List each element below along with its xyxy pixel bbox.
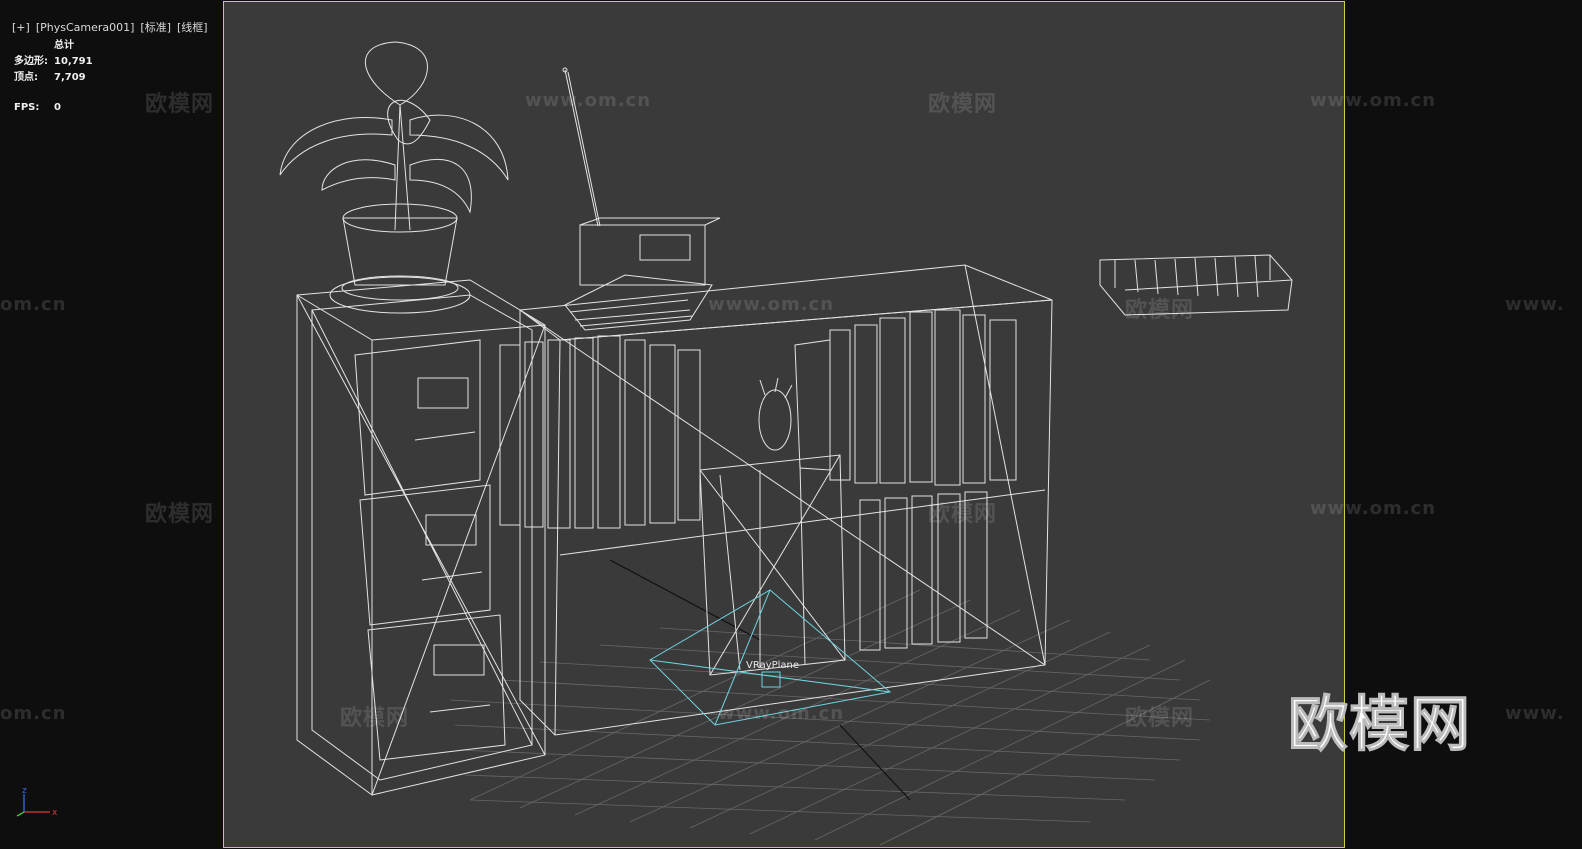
watermark-cn: 欧模网 — [1125, 298, 1195, 323]
watermark-url: www.om.cn — [1310, 90, 1437, 111]
axis-z-label: z — [22, 786, 27, 796]
brand-logo: 欧模网 — [1288, 690, 1471, 761]
vray-plane-label: VRayPlane — [746, 660, 800, 671]
potted-plant — [279, 41, 509, 314]
watermark-cn: 欧模网 — [145, 502, 215, 527]
pencil-cup — [758, 377, 793, 451]
watermark-url: www.om.cn — [718, 703, 845, 724]
watermark-cn: 欧模网 — [340, 706, 410, 731]
watermark-cn: 欧模网 — [1125, 706, 1195, 731]
books-right — [794, 309, 1017, 486]
magazine-files — [699, 454, 988, 676]
grid-axis-line — [839, 724, 911, 801]
watermark-url-partial: www. — [1505, 294, 1565, 315]
axis-gizmo-icon: x z — [16, 786, 58, 818]
watermark-cn: 欧模网 — [928, 502, 998, 527]
watermark-url: www.om.cn — [708, 294, 835, 315]
watermark-url-partial: www. — [1505, 703, 1565, 724]
watermark-url: www.om.cn — [1310, 498, 1437, 519]
watermark-url-partial: om.cn — [0, 703, 67, 724]
axis-x-label: x — [52, 808, 58, 818]
watermark-url: www.om.cn — [525, 90, 652, 111]
watermark-cn: 欧模网 — [145, 92, 215, 117]
watermark-cn: 欧模网 — [928, 92, 998, 117]
watermark-url-partial: om.cn — [0, 294, 67, 315]
paper-stack — [564, 274, 713, 331]
